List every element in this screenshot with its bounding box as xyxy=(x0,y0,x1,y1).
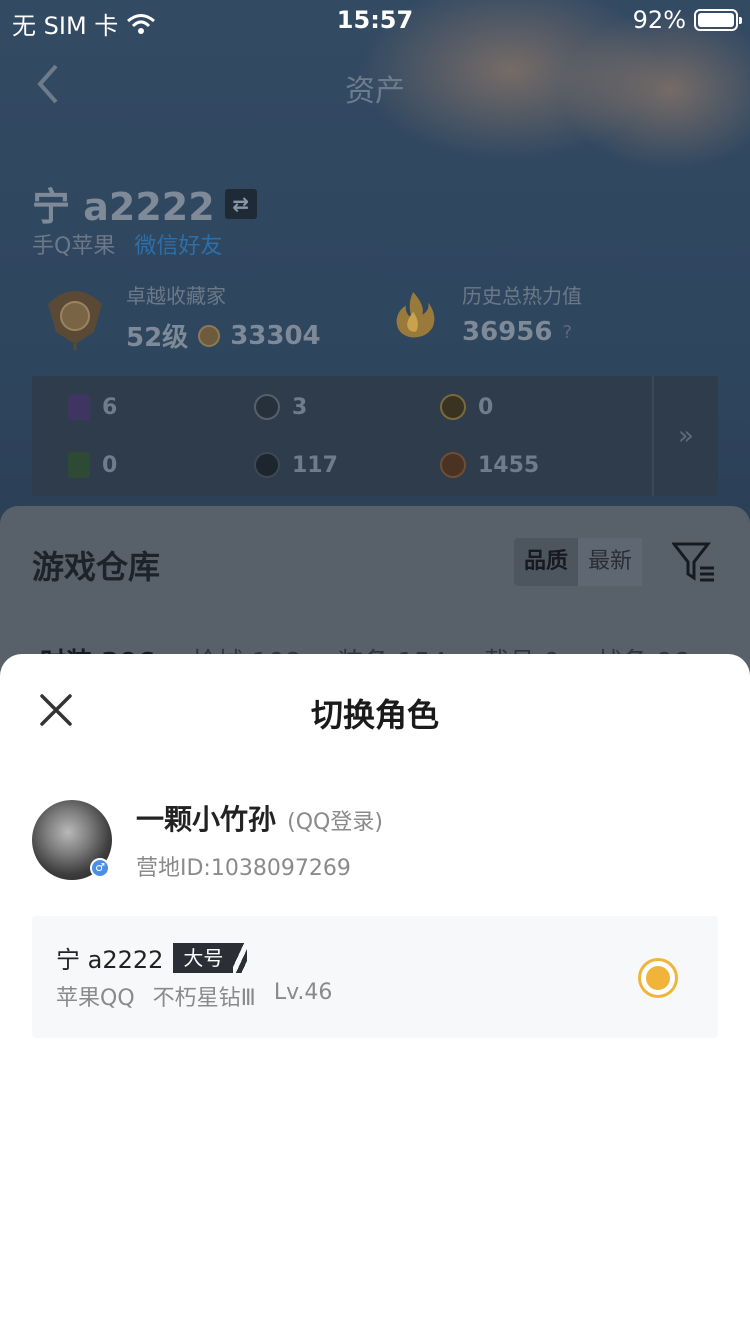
items-summary[interactable]: 6 3 0 0 117 1455 » xyxy=(32,376,718,496)
badge-label: 大号 xyxy=(183,945,224,970)
item-bronze-coin: 1455 xyxy=(440,452,539,478)
silver-coin-icon xyxy=(254,394,280,420)
dark-coin-icon xyxy=(254,452,280,478)
avatar: ♂ xyxy=(32,800,112,880)
sort-newest-button[interactable]: 最新 xyxy=(578,538,643,586)
warehouse-title: 游戏仓库 xyxy=(32,548,161,586)
collector-label: 卓越收藏家 xyxy=(126,284,226,308)
bronze-coin-icon xyxy=(440,452,466,478)
player-name-text: 宁 a2222 xyxy=(32,185,215,229)
role-name: 宁 a2222 xyxy=(56,946,164,974)
purple-card-icon xyxy=(68,394,90,420)
account-header: ♂ 一颗小竹孙 (QQ登录) 营地ID:1038097269 xyxy=(32,798,383,882)
gold-a-coin-icon xyxy=(440,394,466,420)
item-gold-coin: 0 xyxy=(440,394,493,420)
page-title: 资产 xyxy=(345,74,405,109)
collector-coins: 33304 xyxy=(230,320,321,351)
selected-radio-icon[interactable] xyxy=(638,958,678,998)
coin-icon xyxy=(198,324,221,347)
flame-icon xyxy=(396,291,435,337)
heat-stat: 历史总热力值 36956 ? xyxy=(392,280,582,347)
role-option[interactable]: 宁 a2222 大号 苹果QQ 不朽星钻Ⅲ Lv.46 xyxy=(32,916,718,1038)
main-account-badge: 大号 xyxy=(173,942,248,973)
male-icon: ♂ xyxy=(90,858,110,878)
item-count: 0 xyxy=(478,394,494,420)
item-count: 6 xyxy=(102,394,118,420)
item-count: 0 xyxy=(102,452,118,478)
heat-label: 历史总热力值 xyxy=(462,284,582,308)
account-name: 一颗小竹孙 xyxy=(136,803,277,836)
sort-toggle: 品质 最新 xyxy=(514,538,643,586)
filter-icon[interactable] xyxy=(672,540,716,584)
collector-badge-icon xyxy=(48,291,102,350)
switch-role-sheet: 切换角色 ♂ 一颗小竹孙 (QQ登录) 营地ID:1038097269 宁 a2… xyxy=(0,654,750,1334)
role-rank: 不朽星钻Ⅲ xyxy=(152,986,256,1011)
platform-text: 手Q苹果 xyxy=(32,234,116,259)
item-dark-coin: 117 xyxy=(254,452,338,478)
battery-percent: 92% xyxy=(632,6,686,34)
item-silver-coin: 3 xyxy=(254,394,307,420)
collector-level: 52级 xyxy=(126,323,189,353)
player-platform: 手Q苹果 微信好友 xyxy=(32,228,222,260)
item-count: 1455 xyxy=(478,452,540,478)
item-purple-card: 6 xyxy=(68,394,117,420)
login-method: (QQ登录) xyxy=(287,810,383,835)
sheet-title: 切换角色 xyxy=(310,696,439,734)
item-green-card: 0 xyxy=(68,452,117,478)
collector-stat: 卓越收藏家 52级 33304 xyxy=(38,280,321,354)
item-count: 3 xyxy=(292,394,308,420)
double-chevron-right-icon[interactable]: » xyxy=(652,376,718,496)
item-count: 117 xyxy=(292,452,338,478)
heat-value: 36956 xyxy=(462,317,553,347)
badge-slash-decoration xyxy=(233,942,248,973)
role-platform: 苹果QQ xyxy=(56,986,135,1011)
platform-link[interactable]: 微信好友 xyxy=(134,234,222,259)
switch-role-icon[interactable]: ⇄ xyxy=(224,188,257,219)
sort-quality-button[interactable]: 品质 xyxy=(514,538,578,586)
green-card-icon xyxy=(68,452,90,478)
player-name: 宁 a2222 ⇄ xyxy=(32,176,257,231)
help-icon[interactable]: ? xyxy=(562,322,572,343)
status-bar: 无 SIM 卡 15:57 92% xyxy=(0,0,750,40)
role-level: Lv.46 xyxy=(273,980,333,1005)
camp-id: 营地ID:1038097269 xyxy=(136,856,351,881)
battery-icon xyxy=(694,9,742,31)
